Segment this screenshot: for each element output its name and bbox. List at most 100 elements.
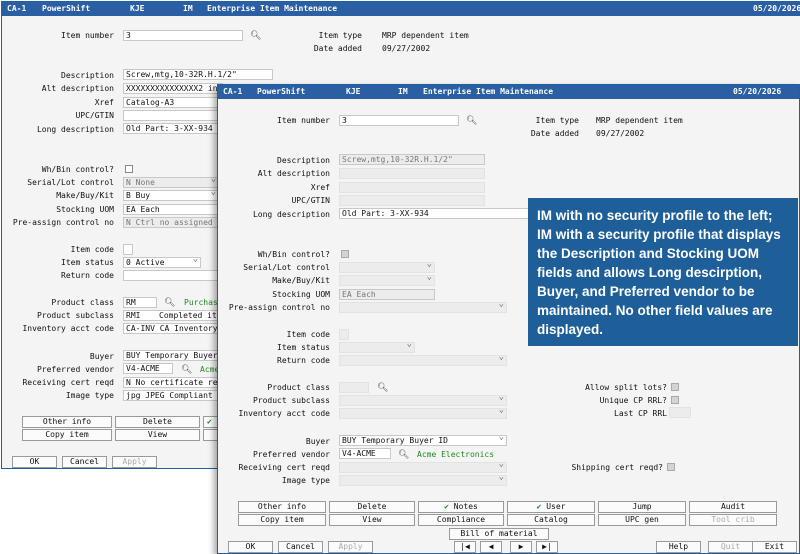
delete-button[interactable]: Delete: [329, 501, 415, 513]
lookup-icon[interactable]: 🔍︎: [377, 383, 388, 393]
preferred-vendor-input[interactable]: V4-ACME: [339, 448, 391, 459]
wh-bin-checkbox[interactable]: [125, 165, 133, 173]
buyer-select[interactable]: BUY Temporary Buyer: [123, 350, 223, 361]
bill-of-material-button[interactable]: Bill of material: [449, 528, 549, 540]
upc-label: UPC/GTIN: [75, 111, 114, 120]
view-button[interactable]: View: [329, 514, 415, 526]
upc-gen-button[interactable]: UPC gen: [598, 514, 686, 526]
product-subclass-select: [339, 395, 507, 406]
user-button[interactable]: ✔ User: [507, 501, 595, 513]
xref-label: Xref: [310, 183, 330, 192]
title-bar: CA-1 PowerShift KJE IM Enterprise Item M…: [218, 85, 799, 99]
description-input: Screw,mtg,10-32R.H.1/2": [339, 154, 485, 165]
upc-label: UPC/GTIN: [291, 196, 330, 205]
allow-split-lots-label: Allow split lots?: [585, 383, 667, 392]
catalog-button[interactable]: Catalog: [507, 514, 595, 526]
serial-lot-select[interactable]: N None: [123, 177, 219, 188]
lookup-icon[interactable]: 🔍︎: [466, 116, 477, 126]
product-class-label: Product class: [51, 298, 114, 307]
tool-crib-button[interactable]: Tool crib: [689, 514, 777, 526]
buyer-select[interactable]: BUY Temporary Buyer ID: [339, 435, 507, 446]
title-screen: Enterprise Item Maintenance: [423, 87, 554, 96]
apply-button[interactable]: Apply: [112, 456, 157, 468]
item-status-select: [339, 342, 415, 353]
view-button[interactable]: View: [115, 429, 200, 441]
item-code-input[interactable]: [123, 244, 133, 255]
cancel-button[interactable]: Cancel: [278, 541, 323, 553]
first-icon[interactable]: |◀: [454, 541, 476, 553]
description-input[interactable]: Screw,mtg,10-32R.H.1/2": [123, 69, 273, 80]
other-info-button[interactable]: Other info: [238, 501, 326, 513]
item-number-input[interactable]: 3: [339, 115, 459, 126]
receiving-cert-select[interactable]: N No certificate re: [123, 377, 223, 388]
item-status-select[interactable]: 0 Active: [123, 257, 201, 268]
serial-lot-label: Serial/Lot control: [27, 178, 114, 187]
other-info-button[interactable]: Other info: [22, 416, 112, 428]
date-added-label: Date added: [530, 129, 579, 138]
copy-item-button[interactable]: Copy item: [22, 429, 112, 441]
lookup-icon[interactable]: 🔍︎: [164, 298, 175, 308]
checkmark-icon: ✔: [207, 417, 212, 426]
prev-icon[interactable]: ◀: [480, 541, 502, 553]
quit-button[interactable]: Quit: [708, 541, 753, 553]
xref-input[interactable]: Catalog-A3: [123, 97, 223, 108]
long-description-input[interactable]: Old Part: 3-XX-934: [123, 123, 223, 134]
preassign-label: Pre-assign control no: [228, 303, 330, 312]
jump-button[interactable]: Jump: [598, 501, 686, 513]
inventory-acct-label: Inventory acct code: [238, 409, 330, 418]
alt-description-input[interactable]: XXXXXXXXXXXXXXX2 in,: [123, 83, 223, 94]
stocking-uom-input[interactable]: EA Each: [123, 204, 223, 215]
lookup-icon[interactable]: 🔍︎: [250, 31, 261, 41]
upc-input[interactable]: [123, 110, 223, 121]
make-buy-select[interactable]: B Buy: [123, 190, 219, 201]
last-icon[interactable]: ▶|: [536, 541, 558, 553]
image-type-select: [339, 475, 507, 486]
notes-button[interactable]: ✔ Notes: [418, 501, 504, 513]
item-status-label: Item status: [61, 258, 114, 267]
receiving-cert-label: Receiving cert reqd: [22, 378, 114, 387]
lookup-icon[interactable]: 🔍︎: [398, 450, 409, 460]
exit-button[interactable]: Exit: [752, 541, 797, 553]
title-date: 05/20/2026: [753, 4, 800, 13]
preferred-vendor-label: Preferred vendor: [252, 450, 330, 459]
item-type-value: MRP dependent item: [596, 116, 683, 125]
apply-button[interactable]: Apply: [328, 541, 373, 553]
serial-lot-label: Serial/Lot control: [243, 263, 330, 272]
description-label: Description: [277, 156, 330, 165]
preferred-vendor-desc: Acme Electronics: [417, 450, 495, 459]
title-company: KJE: [130, 4, 145, 13]
preassign-select: [339, 302, 507, 313]
make-buy-label: Make/Buy/Kit: [56, 191, 114, 200]
ok-button[interactable]: OK: [228, 541, 273, 553]
title-date: 05/20/2026: [733, 87, 782, 96]
long-description-input[interactable]: Old Part: 3-XX-934: [339, 208, 529, 219]
preassign-select[interactable]: N Ctrl no assigned: [123, 217, 223, 228]
wh-bin-label: Wh/Bin control?: [41, 165, 114, 174]
delete-button[interactable]: Delete: [115, 416, 200, 428]
compliance-button[interactable]: Compliance: [418, 514, 504, 526]
product-class-input[interactable]: RM: [123, 297, 157, 308]
alt-description-input: [339, 168, 485, 179]
item-type-label: Item type: [318, 31, 362, 40]
lookup-icon[interactable]: 🔍︎: [181, 365, 192, 375]
image-type-label: Image type: [65, 391, 114, 400]
item-type-label: Item type: [535, 116, 579, 125]
return-code-input[interactable]: [123, 270, 223, 281]
preferred-vendor-input[interactable]: V4-ACME: [123, 363, 173, 374]
description-label: Description: [61, 71, 114, 80]
wh-bin-label: Wh/Bin control?: [257, 250, 330, 259]
title-bar: CA-1 PowerShift KJE IM Enterprise Item M…: [2, 2, 800, 16]
next-icon[interactable]: ▶: [510, 541, 532, 553]
audit-button[interactable]: Audit: [689, 501, 777, 513]
xref-input: [339, 182, 485, 193]
copy-item-button[interactable]: Copy item: [238, 514, 326, 526]
help-button[interactable]: Help: [656, 541, 701, 553]
inventory-acct-input[interactable]: CA-INV CA Inventory: [123, 323, 223, 334]
cancel-button[interactable]: Cancel: [62, 456, 107, 468]
item-number-input[interactable]: 3: [123, 30, 243, 41]
checkmark-icon: ✔: [536, 502, 547, 511]
user-button-label: User: [546, 502, 566, 511]
ok-button[interactable]: OK: [12, 456, 57, 468]
image-type-select[interactable]: jpg JPEG Compliant: [123, 390, 223, 401]
title-screen: Enterprise Item Maintenance: [207, 4, 338, 13]
